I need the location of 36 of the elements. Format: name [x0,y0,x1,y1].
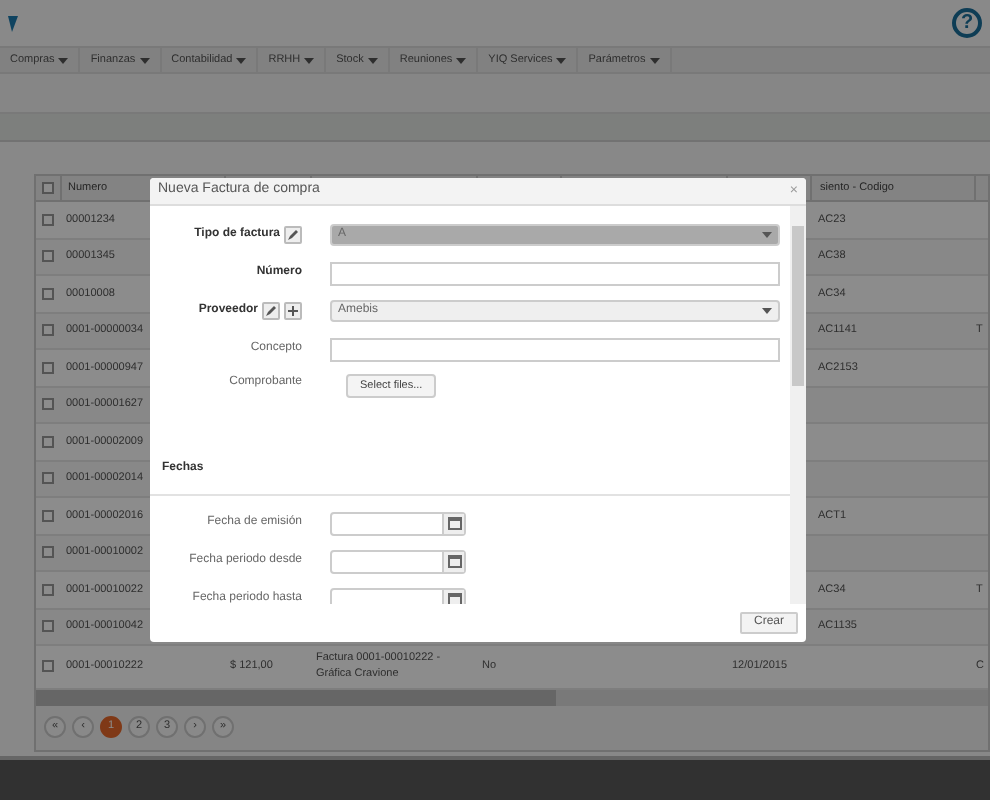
date-field[interactable] [330,549,466,573]
caret-icon [236,57,247,63]
caret-icon [304,57,315,63]
checkbox[interactable] [42,546,54,559]
caret-icon [649,57,660,63]
caret-icon [139,57,150,63]
checkbox[interactable] [42,583,54,596]
calendar-icon [447,554,461,568]
caret-icon [58,57,69,63]
checkbox[interactable] [42,472,54,485]
checkbox[interactable] [42,213,54,226]
input-field[interactable] [330,337,780,361]
date-field[interactable] [330,511,466,535]
help-icon[interactable]: ? [952,8,982,38]
plus-icon [288,306,298,316]
logo-mark-icon [8,15,18,31]
checkbox[interactable] [42,620,54,633]
caret-icon [556,57,567,63]
calendar-icon [447,516,461,530]
input-field[interactable] [330,261,780,285]
checkbox[interactable] [42,660,54,673]
edit-button[interactable] [262,302,280,320]
checkbox[interactable] [42,287,54,300]
checkbox[interactable] [42,250,54,263]
checkbox[interactable] [42,361,54,374]
date-field[interactable] [330,587,466,604]
checkbox[interactable] [42,509,54,522]
add-button[interactable] [284,302,302,320]
caret-icon [456,57,467,63]
caret-icon [367,57,378,63]
vertical-scrollbar[interactable] [790,206,806,604]
calendar-icon [447,592,461,604]
checkbox[interactable] [42,182,54,194]
checkbox[interactable] [42,435,54,448]
checkbox[interactable] [42,398,54,411]
checkbox[interactable] [42,324,54,337]
